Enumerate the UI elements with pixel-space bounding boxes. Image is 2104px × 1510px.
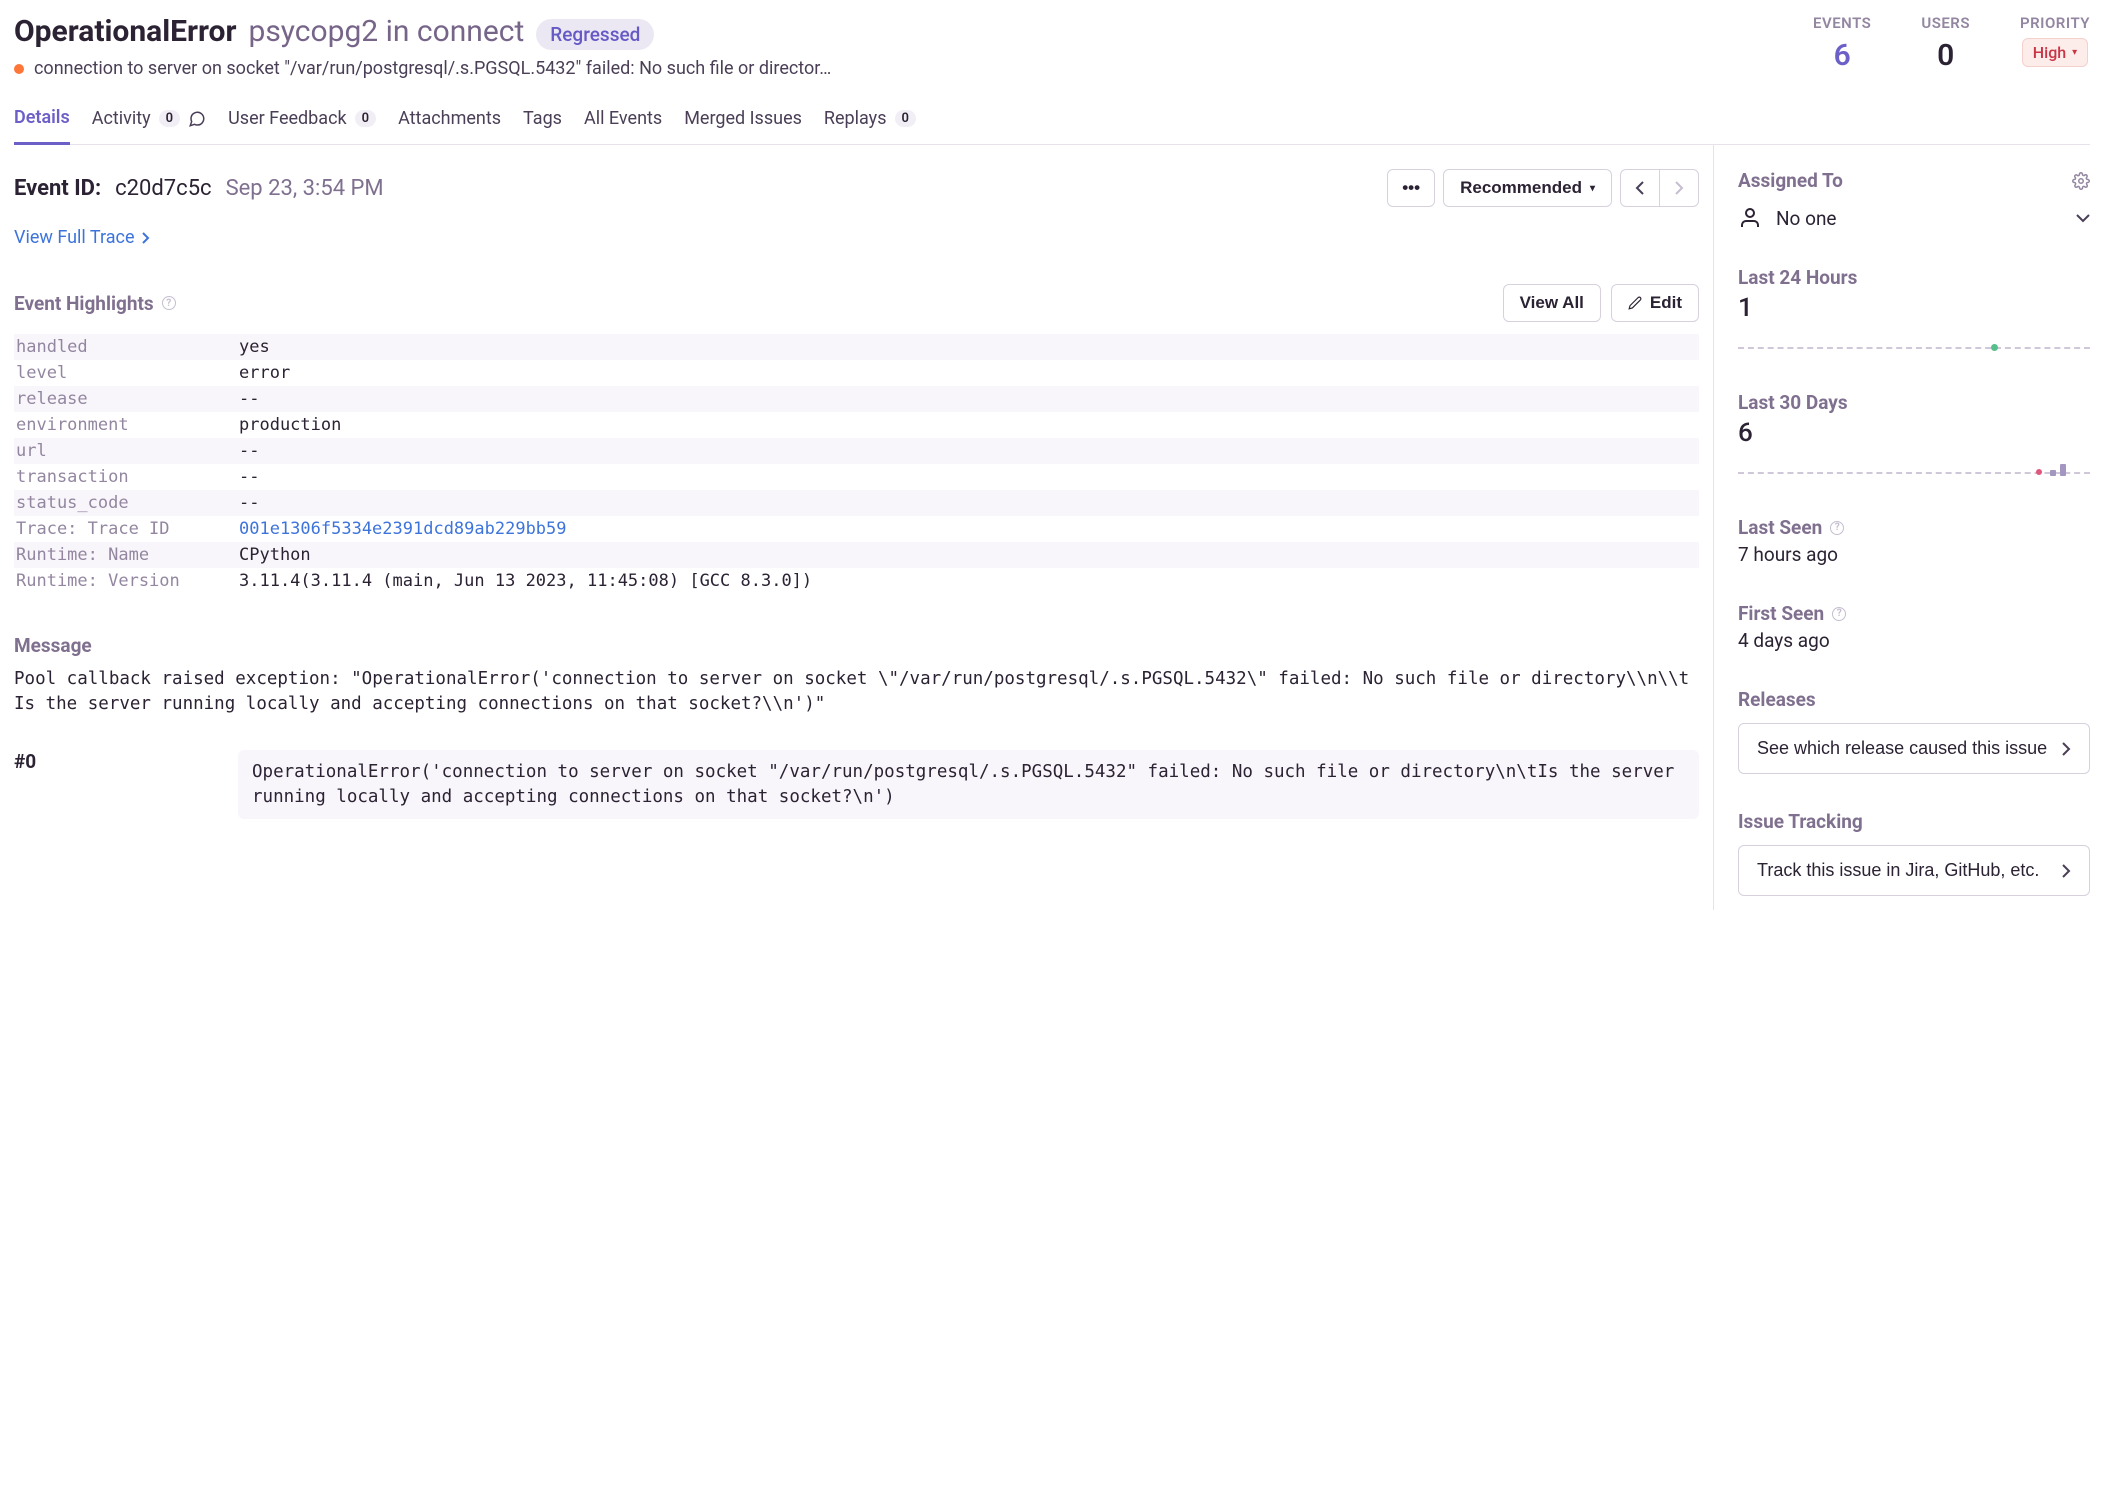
table-row: url-- [14, 438, 1699, 464]
help-icon[interactable]: ? [1832, 607, 1846, 621]
help-icon[interactable]: ? [162, 296, 176, 310]
assignee-selector[interactable]: No one [1738, 206, 2090, 230]
tab-all-events[interactable]: All Events [584, 107, 662, 144]
more-actions-button[interactable]: ••• [1387, 169, 1435, 207]
last-30d-sparkline [1738, 466, 2090, 480]
trace-id-link[interactable]: 001e1306f5334e2391dcd89ab229bb59 [239, 519, 567, 539]
users-label: USERS [1921, 14, 1970, 32]
error-description: connection to server on socket "/var/run… [34, 58, 831, 79]
chevron-right-icon [2061, 864, 2071, 878]
view-full-trace-link[interactable]: View Full Trace [14, 227, 150, 248]
chevron-left-icon [1635, 181, 1645, 195]
releases-button[interactable]: See which release caused this issue [1738, 723, 2090, 774]
last-24h-sparkline [1738, 341, 2090, 355]
error-location: psycopg2 in connect [248, 14, 524, 49]
events-value[interactable]: 6 [1813, 38, 1871, 73]
first-seen-value: 4 days ago [1738, 629, 2090, 652]
edit-button[interactable]: Edit [1611, 284, 1699, 322]
last-seen-value: 7 hours ago [1738, 543, 2090, 566]
table-row: Runtime: Version3.11.4(3.11.4 (main, Jun… [14, 568, 1699, 594]
comment-icon [188, 110, 206, 128]
error-title: OperationalError [14, 14, 236, 49]
chevron-down-icon [2076, 213, 2090, 223]
users-value[interactable]: 0 [1921, 38, 1970, 73]
table-row: Trace: Trace ID001e1306f5334e2391dcd89ab… [14, 516, 1699, 542]
releases-heading: Releases [1738, 688, 2090, 711]
tab-tags[interactable]: Tags [523, 107, 562, 144]
table-row: environmentproduction [14, 412, 1699, 438]
event-timestamp: Sep 23, 3:54 PM [226, 176, 384, 201]
tab-attachments[interactable]: Attachments [398, 107, 501, 144]
event-id-label: Event ID: [14, 176, 101, 201]
table-row: transaction-- [14, 464, 1699, 490]
table-row: release-- [14, 386, 1699, 412]
last-24h-value: 1 [1738, 293, 2090, 323]
tab-activity[interactable]: Activity 0 [92, 107, 206, 144]
table-row: handledyes [14, 334, 1699, 360]
table-row: Runtime: NameCPython [14, 542, 1699, 568]
assignee-name: No one [1776, 207, 1837, 230]
feedback-count-badge: 0 [355, 110, 376, 127]
chevron-right-icon [141, 232, 150, 244]
last-30d-value: 6 [1738, 418, 2090, 448]
view-all-button[interactable]: View All [1503, 284, 1601, 322]
activity-count-badge: 0 [159, 110, 180, 127]
priority-badge[interactable]: High ▾ [2022, 38, 2088, 67]
status-badge: Regressed [536, 19, 654, 50]
tab-user-feedback[interactable]: User Feedback 0 [228, 107, 376, 144]
last-30d-heading: Last 30 Days [1738, 391, 2090, 414]
issue-tracking-heading: Issue Tracking [1738, 810, 2090, 833]
first-seen-heading: First Seen [1738, 602, 1824, 625]
chevron-down-icon: ▾ [1590, 183, 1595, 194]
assigned-to-heading: Assigned To [1738, 169, 1843, 192]
tab-replays[interactable]: Replays 0 [824, 107, 916, 144]
chevron-right-icon [1674, 181, 1684, 195]
event-id-value: c20d7c5c [115, 176, 211, 201]
recommended-dropdown[interactable]: Recommended ▾ [1443, 169, 1612, 207]
pencil-icon [1628, 296, 1642, 310]
table-row: levelerror [14, 360, 1699, 386]
gear-icon[interactable] [2072, 172, 2090, 190]
priority-label: PRIORITY [2020, 14, 2090, 32]
chevron-down-icon: ▾ [2072, 47, 2077, 58]
tab-details[interactable]: Details [14, 107, 70, 145]
events-label: EVENTS [1813, 14, 1871, 32]
message-heading: Message [14, 634, 1699, 657]
last-seen-heading: Last Seen [1738, 516, 1822, 539]
tab-merged-issues[interactable]: Merged Issues [684, 107, 802, 144]
severity-dot [14, 64, 24, 74]
chevron-right-icon [2061, 742, 2071, 756]
user-icon [1738, 206, 1762, 230]
event-highlights-heading: Event Highlights [14, 292, 154, 315]
message-body: Pool callback raised exception: "Operati… [14, 667, 1699, 716]
help-icon[interactable]: ? [1830, 521, 1844, 535]
replays-count-badge: 0 [895, 110, 916, 127]
last-24h-heading: Last 24 Hours [1738, 266, 2090, 289]
prev-event-button[interactable] [1620, 169, 1660, 207]
frame-body: OperationalError('connection to server o… [238, 750, 1699, 819]
next-event-button[interactable] [1659, 169, 1699, 207]
table-row: status_code-- [14, 490, 1699, 516]
frame-index: #0 [14, 750, 224, 819]
issue-tracking-button[interactable]: Track this issue in Jira, GitHub, etc. [1738, 845, 2090, 896]
